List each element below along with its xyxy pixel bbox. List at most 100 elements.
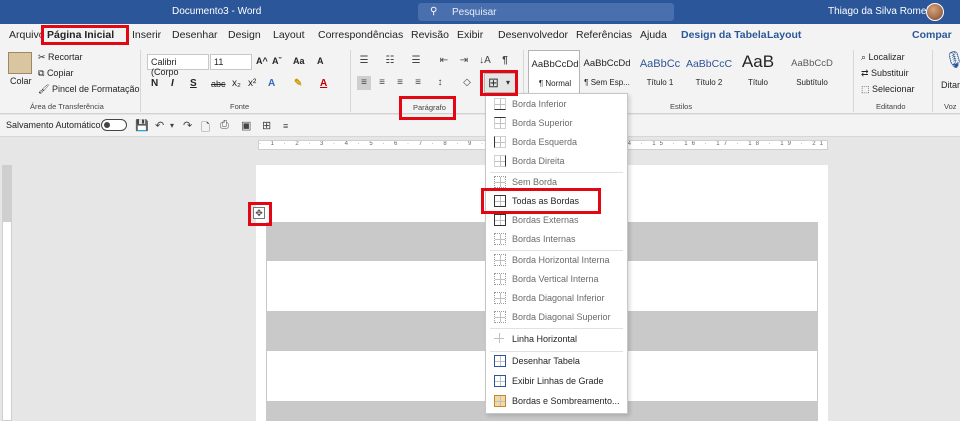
- find-button[interactable]: ⌕ Localizar: [861, 52, 905, 63]
- justify-icon[interactable]: ≡: [411, 76, 425, 90]
- subscript-button[interactable]: x₂: [232, 78, 241, 89]
- menu-item-borda-horizontal-interna[interactable]: Borda Horizontal Interna: [486, 251, 627, 270]
- shading-icon[interactable]: ◇: [460, 76, 474, 90]
- copy-button[interactable]: ⧉ Copiar: [38, 68, 73, 79]
- avatar[interactable]: [926, 3, 944, 21]
- highlighter-icon[interactable]: ✎: [294, 78, 302, 89]
- font-family-combo[interactable]: Calibri (Corpo: [147, 54, 209, 77]
- user-name[interactable]: Thiago da Silva Romeiro: [828, 6, 938, 17]
- ruler-margin: [3, 166, 11, 222]
- table-icon[interactable]: ⊞: [262, 119, 271, 132]
- superscript-button[interactable]: x²: [248, 78, 256, 89]
- highlight-box: [481, 188, 601, 214]
- microphone-icon[interactable]: 🎙: [944, 50, 960, 70]
- title-bar: Documento3 - Word ⚲ Pesquisar Thiago da …: [0, 0, 960, 24]
- tab-revisao[interactable]: Revisão: [411, 29, 449, 41]
- replace-button[interactable]: ⇄ Substituir: [861, 68, 909, 79]
- tab-correspondencias[interactable]: Correspondências: [318, 29, 403, 41]
- align-center-icon[interactable]: ≡: [375, 76, 389, 90]
- cut-button[interactable]: ✂ Recortar: [38, 52, 83, 63]
- dictate-button[interactable]: Ditar: [941, 80, 960, 90]
- tab-exibir[interactable]: Exibir: [457, 29, 483, 41]
- group-label-clipboard: Área de Transferência: [30, 102, 104, 111]
- menu-item-linha-horizontal[interactable]: Linha Horizontal: [486, 330, 627, 349]
- align-right-icon[interactable]: ≡: [393, 76, 407, 90]
- customize-toolbar-icon[interactable]: ≡: [283, 121, 288, 131]
- case-icon[interactable]: Aa: [293, 56, 305, 66]
- undo-icon[interactable]: ↶: [155, 119, 164, 132]
- tab-desenhar[interactable]: Desenhar: [172, 29, 218, 41]
- tab-design[interactable]: Design: [228, 29, 261, 41]
- menu-item-borda-diagonal-inferior[interactable]: Borda Diagonal Inferior: [486, 289, 627, 308]
- sort-icon[interactable]: ↓A: [478, 54, 492, 68]
- tab-inserir[interactable]: Inserir: [132, 29, 161, 41]
- format-painter-button[interactable]: 🖌 Pincel de Formatação: [38, 84, 139, 95]
- underline-button[interactable]: S: [190, 78, 197, 89]
- brush-icon: 🖌: [38, 84, 52, 94]
- tab-referencias[interactable]: Referências: [576, 29, 632, 41]
- paste-icon[interactable]: [8, 52, 32, 74]
- font-color-button[interactable]: A: [320, 78, 327, 89]
- search-icon: ⚲: [430, 6, 438, 17]
- image-icon[interactable]: ▣: [241, 119, 251, 132]
- print-preview-icon[interactable]: ⎙: [220, 119, 229, 132]
- menu-item-borda-inferior[interactable]: Borda Inferior: [486, 95, 627, 114]
- decrease-indent-icon[interactable]: ⇤: [437, 54, 451, 68]
- menu-item-exibir-linhas-de-grade[interactable]: Exibir Linhas de Grade: [486, 372, 627, 391]
- style-titulo-1[interactable]: AaBbCc Título 1: [634, 50, 686, 94]
- highlight-box: [41, 25, 129, 45]
- horizontal-line-icon: [494, 333, 506, 345]
- autosave-toggle[interactable]: [101, 119, 127, 131]
- text-effects-icon[interactable]: A: [268, 78, 275, 89]
- bold-button[interactable]: N: [151, 78, 158, 89]
- grow-font-icon[interactable]: A^: [256, 56, 268, 66]
- menu-item-bordas-internas[interactable]: Bordas Internas: [486, 230, 627, 249]
- tab-layout-tabela[interactable]: Layout: [767, 29, 801, 41]
- tab-arquivo[interactable]: Arquivo: [9, 29, 45, 41]
- divider: [140, 50, 141, 112]
- shrink-font-icon[interactable]: Aˇ: [272, 56, 282, 66]
- vertical-ruler[interactable]: [2, 165, 12, 421]
- strikethrough-button[interactable]: abc: [211, 79, 226, 89]
- style-normal[interactable]: AaBbCcDd ¶ Normal: [528, 50, 580, 94]
- clear-format-icon[interactable]: A: [317, 56, 324, 66]
- paste-button[interactable]: Colar: [10, 76, 32, 86]
- tab-layout[interactable]: Layout: [273, 29, 305, 41]
- menu-item-borda-diagonal-superior[interactable]: Borda Diagonal Superior: [486, 308, 627, 327]
- style-sem-espacamento[interactable]: AaBbCcDd ¶ Sem Esp...: [581, 50, 633, 94]
- group-label-font: Fonte: [230, 102, 250, 111]
- menu-item-borda-esquerda[interactable]: Borda Esquerda: [486, 133, 627, 152]
- diagonal-down-border-icon: [494, 292, 506, 304]
- style-titulo[interactable]: AaB Título: [732, 50, 784, 94]
- numbering-icon[interactable]: ☷: [383, 54, 397, 68]
- search-box[interactable]: ⚲ Pesquisar: [418, 3, 674, 21]
- italic-button[interactable]: I: [171, 78, 174, 89]
- quick-access-toolbar: Salvamento Automático 💾 ↶ ▾ ↷ 🗋 ⎙ ▣ ⊞ ≡: [0, 115, 960, 137]
- font-size-combo[interactable]: 11: [210, 54, 252, 70]
- increase-indent-icon[interactable]: ⇥: [457, 54, 471, 68]
- group-label-styles: Estilos: [670, 102, 693, 111]
- style-titulo-2[interactable]: AaBbCcC Título 2: [683, 50, 735, 94]
- tab-design-da-tabela[interactable]: Design da Tabela: [681, 29, 767, 41]
- save-icon[interactable]: 💾: [135, 119, 149, 132]
- redo-icon[interactable]: ↷: [183, 119, 192, 132]
- menu-item-borda-direita[interactable]: Borda Direita: [486, 152, 627, 171]
- share-button[interactable]: Compar: [912, 29, 952, 41]
- bullets-icon[interactable]: ☰: [357, 54, 371, 68]
- menu-divider: [490, 328, 623, 329]
- select-button[interactable]: ⬚ Selecionar: [861, 84, 915, 95]
- chevron-down-icon[interactable]: ▾: [170, 121, 174, 130]
- multilevel-list-icon[interactable]: ☰: [409, 54, 423, 68]
- menu-item-desenhar-tabela[interactable]: Desenhar Tabela: [486, 352, 627, 371]
- divider: [853, 50, 854, 112]
- new-document-icon[interactable]: 🗋: [201, 119, 210, 138]
- tab-desenvolvedor[interactable]: Desenvolvedor: [498, 29, 568, 41]
- menu-item-borda-superior[interactable]: Borda Superior: [486, 114, 627, 133]
- tab-ajuda[interactable]: Ajuda: [640, 29, 667, 41]
- align-left-icon[interactable]: ≡: [357, 76, 371, 90]
- line-spacing-icon[interactable]: ↕: [433, 76, 447, 90]
- menu-item-borda-vertical-interna[interactable]: Borda Vertical Interna: [486, 270, 627, 289]
- menu-item-bordas-e-sombreamento[interactable]: Bordas e Sombreamento...: [486, 392, 627, 411]
- show-marks-icon[interactable]: ¶: [498, 54, 512, 68]
- style-subtitulo[interactable]: AaBbCcD Subtítulo: [786, 50, 838, 94]
